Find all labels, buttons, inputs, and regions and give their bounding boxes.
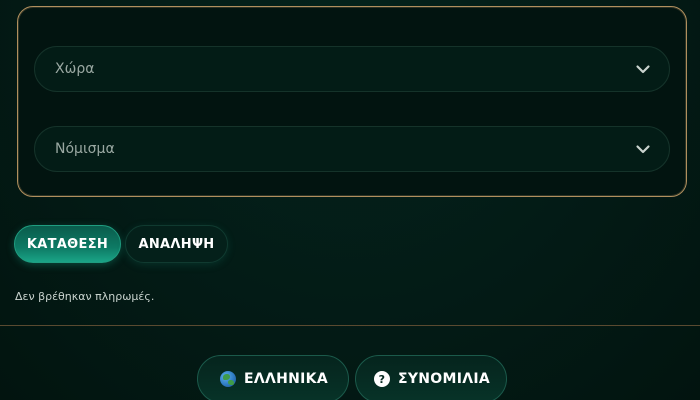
empty-payments-message: Δεν βρέθηκαν πληρωμές. (15, 290, 155, 303)
filter-panel: Χώρα Νόμισμα (17, 6, 687, 197)
question-icon: ? (374, 371, 390, 387)
globe-icon (220, 371, 236, 387)
tab-withdrawal[interactable]: ΑΝΑΛΗΨΗ (125, 225, 228, 263)
chevron-down-icon (635, 61, 651, 77)
live-chat-label: ΣΥΝΟΜΙΛΙΑ (397, 371, 490, 387)
country-select-label: Χώρα (55, 61, 95, 77)
chevron-down-icon (635, 141, 651, 157)
currency-select-label: Νόμισμα (55, 141, 115, 157)
footer-buttons: ΕΛΛΗΝΙΚΑ ? ΣΥΝΟΜΙΛΙΑ (197, 355, 507, 400)
country-select[interactable]: Χώρα (34, 46, 670, 92)
payments-page: Χώρα Νόμισμα ΚΑΤΑΘΕΣΗ ΑΝΑΛΗΨΗ Δεν βρέθηκ… (0, 0, 700, 400)
currency-select[interactable]: Νόμισμα (34, 126, 670, 172)
payment-type-tabs: ΚΑΤΑΘΕΣΗ ΑΝΑΛΗΨΗ (14, 225, 228, 263)
language-button[interactable]: ΕΛΛΗΝΙΚΑ (197, 355, 349, 400)
tab-deposit[interactable]: ΚΑΤΑΘΕΣΗ (14, 225, 121, 263)
language-label: ΕΛΛΗΝΙΚΑ (244, 371, 328, 387)
footer-divider (0, 325, 700, 326)
live-chat-button[interactable]: ? ΣΥΝΟΜΙΛΙΑ (355, 355, 507, 400)
